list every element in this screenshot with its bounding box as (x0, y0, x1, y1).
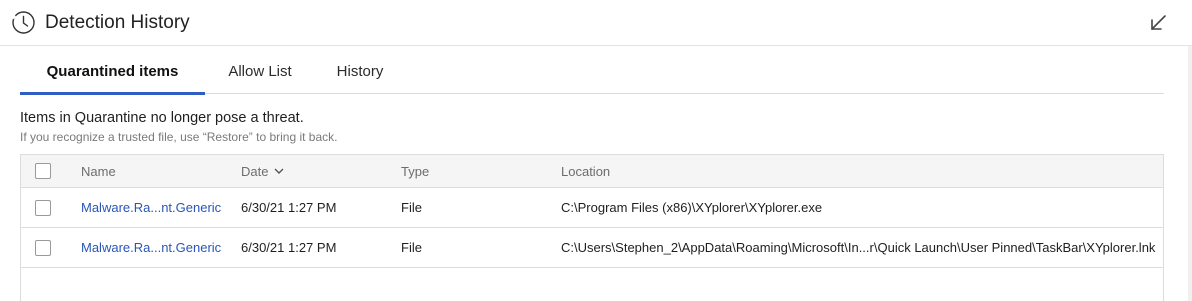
title-bar: Detection History (0, 0, 1192, 46)
quarantine-help-text: If you recognize a trusted file, use “Re… (20, 130, 338, 144)
tab-quarantined-items[interactable]: Quarantined items (20, 56, 205, 95)
quarantine-info-text: Items in Quarantine no longer pose a thr… (20, 110, 304, 126)
chevron-down-icon[interactable] (274, 167, 284, 175)
tab-allow-list[interactable]: Allow List (210, 56, 310, 94)
select-all-checkbox[interactable] (35, 163, 51, 179)
table-row[interactable]: Malware.Ra...nt.Generic 6/30/21 1:27 PM … (21, 188, 1163, 228)
row-location: C:\Users\Stephen_2\AppData\Roaming\Micro… (561, 240, 1156, 255)
column-header-name[interactable]: Name (81, 155, 116, 187)
row-type: File (401, 240, 422, 255)
row-location: C:\Program Files (x86)\XYplorer\XYplorer… (561, 200, 823, 215)
threat-name-link[interactable]: Malware.Ra...nt.Generic (81, 228, 221, 267)
row-checkbox[interactable] (35, 239, 51, 256)
history-clock-icon (12, 11, 35, 34)
table-header: Name Date Type Location (21, 155, 1163, 188)
window-title: Detection History (45, 12, 190, 33)
row-type: File (401, 200, 422, 215)
tab-history[interactable]: History (320, 56, 400, 94)
table-row[interactable]: Malware.Ra...nt.Generic 6/30/21 1:27 PM … (21, 228, 1163, 268)
scrollbar[interactable] (1188, 46, 1192, 301)
column-header-type[interactable]: Type (401, 155, 429, 187)
arrow-down-left-icon[interactable] (1147, 12, 1169, 34)
row-checkbox[interactable] (35, 199, 51, 216)
column-header-date-label: Date (241, 163, 269, 179)
threat-name-link[interactable]: Malware.Ra...nt.Generic (81, 188, 221, 227)
column-header-date[interactable]: Date (241, 155, 284, 187)
column-header-location[interactable]: Location (561, 155, 610, 187)
row-date: 6/30/21 1:27 PM (241, 200, 337, 215)
row-date: 6/30/21 1:27 PM (241, 240, 337, 255)
tab-bar: Quarantined items Allow List History (20, 56, 1164, 95)
quarantine-table: Name Date Type Location Malware.Ra...nt.… (20, 154, 1164, 301)
